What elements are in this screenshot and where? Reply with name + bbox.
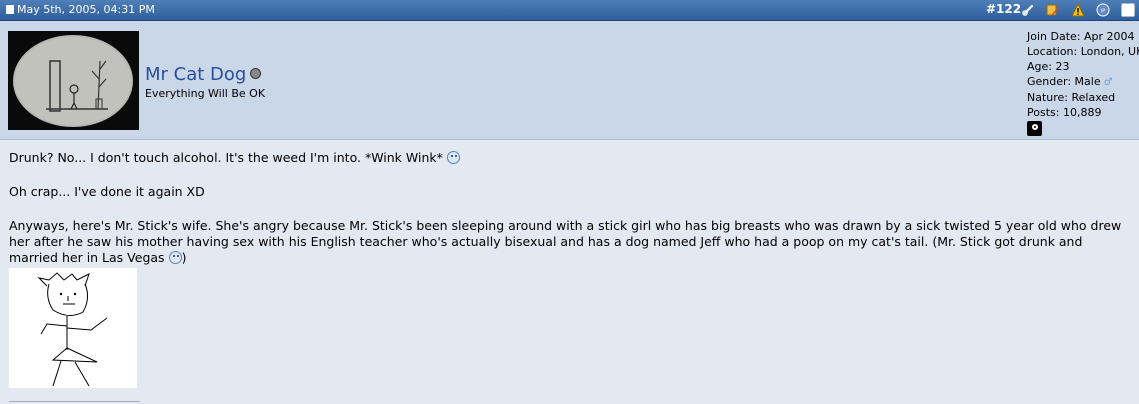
nature: Nature: Relaxed: [1027, 91, 1116, 104]
warning-icon[interactable]: [1071, 3, 1085, 17]
checkbox[interactable]: [1121, 3, 1135, 17]
post-paragraph: Drunk? No... I don't touch alcohol. It's…: [9, 150, 1134, 166]
document-icon: [6, 5, 14, 14]
post-body: Drunk? No... I don't touch alcohol. It's…: [9, 150, 1134, 266]
svg-text:IP: IP: [1101, 9, 1106, 15]
post-paragraph: Oh crap... I've done it again XD: [9, 184, 205, 199]
avatar[interactable]: [8, 31, 139, 130]
ip-icon[interactable]: IP: [1096, 3, 1110, 17]
post-number-link[interactable]: #122: [986, 2, 1021, 16]
online-status-icon: [250, 68, 262, 79]
post-header-bar: May 5th, 2005, 04:31 PM #122 IP: [0, 0, 1139, 21]
edit-icon[interactable]: [1046, 3, 1060, 17]
smiley-icon: [168, 251, 182, 264]
post-date: May 5th, 2005, 04:31 PM: [6, 3, 155, 16]
username-link[interactable]: Mr Cat Dog: [145, 64, 262, 85]
divider: [9, 401, 140, 402]
location: Location: London, UK: [1027, 45, 1139, 58]
male-icon: ♂: [1103, 77, 1113, 88]
smiley-icon: [446, 151, 460, 164]
user-details: Join Date: Apr 2004 Location: London, UK…: [1027, 29, 1139, 136]
user-title: Everything Will Be OK: [145, 87, 266, 100]
link-icon[interactable]: [1021, 3, 1035, 17]
user-info-bar: Mr Cat Dog Everything Will Be OK Join Da…: [0, 21, 1139, 140]
steam-icon[interactable]: [1027, 121, 1042, 136]
post-paragraph: Anyways, here's Mr. Stick's wife. She's …: [9, 218, 1122, 265]
stick-figure-drawing: [9, 268, 137, 388]
gender: Gender: Male ♂: [1027, 75, 1113, 88]
join-date: Join Date: Apr 2004: [1027, 30, 1135, 43]
post-count: Posts: 10,889: [1027, 106, 1102, 119]
age: Age: 23: [1027, 60, 1070, 73]
